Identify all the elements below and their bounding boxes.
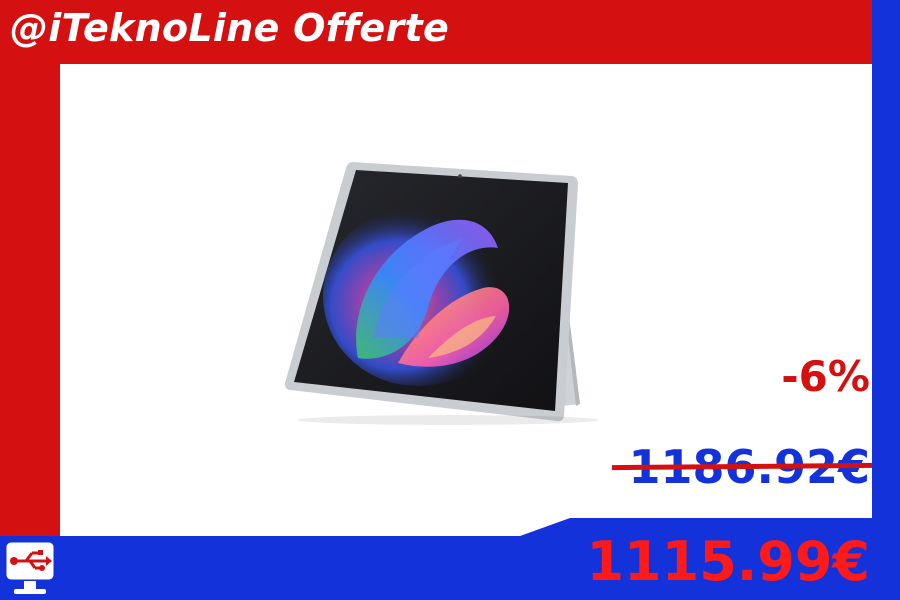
brand-title: @iTeknoLine Offerte — [10, 6, 450, 50]
usb-monitor-icon — [3, 539, 57, 594]
discount-badge: -6% — [781, 352, 870, 401]
tablet-icon — [284, 162, 598, 425]
promo-canvas: @iTeknoLine Offerte -6% 1186.92€ 1115.99… — [0, 0, 900, 600]
red-frame-left — [0, 0, 60, 540]
blue-frame-right — [872, 0, 900, 600]
new-price: 1115.99€ — [586, 530, 870, 593]
